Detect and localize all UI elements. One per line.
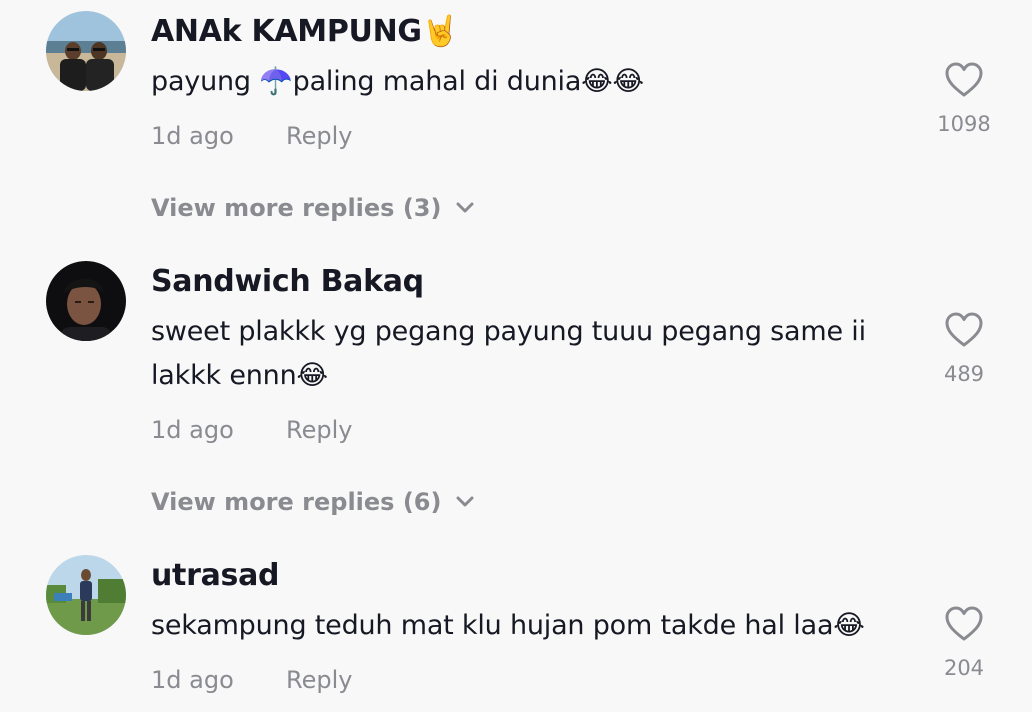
avatar[interactable]: [46, 555, 126, 635]
heart-outline-icon[interactable]: [944, 605, 984, 643]
reply-button[interactable]: Reply: [286, 666, 352, 694]
comment-meta: 1d ago Reply: [151, 666, 352, 694]
comment-username[interactable]: utrasad: [151, 558, 280, 593]
comment-item: utrasad sekampung teduh mat klu hujan po…: [0, 0, 1032, 712]
comment-text: sekampung teduh mat klu hujan pom takde …: [151, 610, 865, 641]
comment-time: 1d ago: [151, 666, 234, 694]
like-count: 204: [943, 656, 985, 680]
